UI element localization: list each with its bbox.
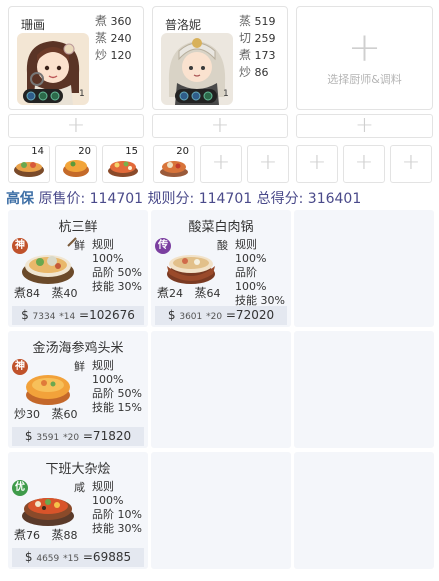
dish-rules: 规则 100% 品阶 100% 技能 30% bbox=[235, 238, 285, 307]
dish-price-bar: $ 3591 *20 =71820 bbox=[12, 427, 144, 446]
plus-icon: + bbox=[347, 25, 382, 71]
dish-rules: 规则 100% 品阶 10% 技能 30% bbox=[92, 480, 142, 535]
dish-slot-3[interactable]: 15 bbox=[102, 145, 144, 183]
plus-icon: + bbox=[210, 113, 230, 138]
plus-icon: + bbox=[354, 150, 374, 175]
score-summary: 高保 原售价: 114701 规则分: 114701 总得分: 316401 bbox=[6, 188, 361, 208]
empty-dish-panel[interactable] bbox=[294, 210, 434, 327]
plus-icon: + bbox=[211, 150, 231, 175]
dish-panel-3[interactable]: 金汤海参鸡头米 神 鲜 规则 100% 品阶 50% 技能 15% 炒30 蒸6… bbox=[8, 331, 148, 448]
dish-name: 杭三鲜 bbox=[58, 220, 98, 235]
dish-slot-5[interactable]: + bbox=[200, 145, 242, 183]
dish-price-bar: $ 7334 *14 =102676 bbox=[12, 306, 144, 325]
equipment-slot-3[interactable]: + bbox=[296, 113, 433, 138]
dish-skills: 煮84 蒸40 bbox=[14, 286, 78, 300]
equipment-slot-1[interactable]: + bbox=[8, 113, 144, 138]
rarity-badge: 神 bbox=[12, 359, 28, 375]
slot-count: 20 bbox=[76, 146, 93, 158]
rarity-badge: 优 bbox=[12, 480, 28, 496]
slot-count: 14 bbox=[29, 146, 46, 158]
empty-dish-panel[interactable] bbox=[294, 452, 434, 569]
select-chef-label: 选择厨师&调料 bbox=[327, 73, 402, 86]
plus-icon: + bbox=[66, 113, 86, 138]
rule-score-value: 114701 bbox=[198, 191, 253, 207]
dish-panel-2[interactable]: 酸菜白肉锅 传 酸 规则 100% 品阶 100% 技能 30% 煮24 蒸64… bbox=[151, 210, 291, 327]
dish-rules: 规则 100% 品阶 50% 技能 15% bbox=[92, 359, 142, 414]
chef-level: 1 bbox=[79, 89, 85, 99]
dish-name: 金汤海参鸡头米 bbox=[32, 341, 124, 356]
rarity-badge: 传 bbox=[155, 238, 171, 254]
dish-name: 酸菜白肉锅 bbox=[188, 220, 254, 235]
empty-dish-panel[interactable] bbox=[294, 331, 434, 448]
rule-score-label: 规则分: bbox=[147, 191, 195, 207]
total-score-label: 总得分: bbox=[256, 191, 304, 207]
flavor-tag: 酸 bbox=[217, 239, 228, 252]
chef-card-1[interactable]: 珊画 1 煮 360 蒸 240 炒 120 bbox=[8, 6, 144, 110]
empty-dish-panel[interactable] bbox=[151, 452, 291, 569]
chef-name: 普洛妮 bbox=[165, 18, 202, 32]
flavor-tag: 鲜 bbox=[74, 239, 85, 252]
plus-icon: + bbox=[258, 150, 278, 175]
rarity-badge: 神 bbox=[12, 238, 28, 254]
chef-name: 珊画 bbox=[21, 18, 46, 32]
chef-stats: 蒸 519 切 259 煮 173 炒 86 bbox=[239, 14, 276, 79]
dish-slot-4[interactable]: 20 bbox=[153, 145, 195, 183]
guarantee-label: 高保 bbox=[6, 191, 34, 207]
dish-price-bar: $ 3601 *20 =72020 bbox=[155, 306, 287, 325]
slot-count: 20 bbox=[174, 146, 191, 158]
total-score-value: 316401 bbox=[307, 191, 362, 207]
dish-slot-9[interactable]: + bbox=[390, 145, 432, 183]
chef-card-2[interactable]: 普洛妮 1 蒸 519 切 259 煮 173 炒 86 bbox=[152, 6, 288, 110]
sale-price-value: 114701 bbox=[89, 191, 144, 207]
dish-panel-1[interactable]: 杭三鲜 神 鲜 规则 100% 品阶 50% 技能 30% 煮84 蒸40 $ … bbox=[8, 210, 148, 327]
flavor-tag: 咸 bbox=[74, 481, 85, 494]
chef-level: 1 bbox=[223, 89, 229, 99]
dish-skills: 煮24 蒸64 bbox=[157, 286, 221, 300]
dish-skills: 炒30 蒸60 bbox=[14, 407, 78, 421]
plus-icon: + bbox=[307, 150, 327, 175]
equipment-slot-2[interactable]: + bbox=[152, 113, 288, 138]
sale-price-label: 原售价: bbox=[38, 191, 86, 207]
dish-name: 下班大杂烩 bbox=[45, 462, 111, 477]
empty-dish-panel[interactable] bbox=[151, 331, 291, 448]
select-chef-slot[interactable]: + 选择厨师&调料 bbox=[296, 6, 433, 110]
dish-slot-1[interactable]: 14 bbox=[8, 145, 50, 183]
plus-icon: + bbox=[401, 150, 421, 175]
dish-panel-4[interactable]: 下班大杂烩 优 咸 规则 100% 品阶 10% 技能 30% 煮76 蒸88 … bbox=[8, 452, 148, 569]
dish-slot-8[interactable]: + bbox=[343, 145, 385, 183]
plus-icon: + bbox=[355, 113, 374, 138]
dish-slot-7[interactable]: + bbox=[296, 145, 338, 183]
flavor-tag: 鲜 bbox=[74, 360, 85, 373]
dish-slot-6[interactable]: + bbox=[247, 145, 289, 183]
dish-rules: 规则 100% 品阶 50% 技能 30% bbox=[92, 238, 142, 293]
chef-stats: 煮 360 蒸 240 炒 120 bbox=[95, 14, 132, 62]
dish-slot-2[interactable]: 20 bbox=[55, 145, 97, 183]
slot-count: 15 bbox=[123, 146, 140, 158]
dish-price-bar: $ 4659 *15 =69885 bbox=[12, 548, 144, 567]
dish-skills: 煮76 蒸88 bbox=[14, 528, 78, 542]
